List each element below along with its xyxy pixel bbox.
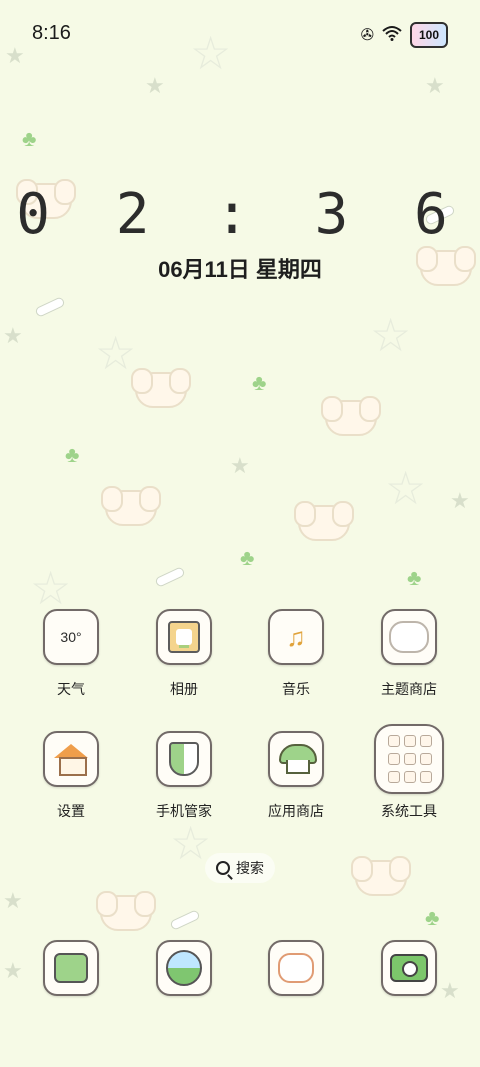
app-system-tools-folder[interactable]: 系统工具 <box>359 724 459 821</box>
wallpaper: ☆ ☆ ☆ ☆ ☆ ☆ ★ ★ ★ ★ ★ ★ ★ ★ ★ ♣ ♣ ♣ ♣ ♣ … <box>0 0 480 1067</box>
nfc-icon: ✇ <box>360 27 374 44</box>
clock-widget-date: 06月11日 星期四 <box>158 257 322 282</box>
star-decoration: ★ <box>3 958 23 983</box>
star-decoration: ★ <box>450 488 470 513</box>
app-label: 主题商店 <box>381 681 437 697</box>
puppy-decoration <box>96 891 156 931</box>
puppy-decoration <box>101 486 161 526</box>
bone-decoration <box>169 909 201 931</box>
app-weather[interactable]: 30° 天气 <box>21 609 121 699</box>
music-icon: ♫ <box>268 609 324 665</box>
globe-browser-icon <box>156 940 212 996</box>
camera-icon <box>381 940 437 996</box>
search-button[interactable]: 搜索 <box>205 853 275 883</box>
puppy-decoration <box>351 856 411 896</box>
search-label: 搜索 <box>236 860 264 876</box>
battery-indicator: 100 <box>410 22 448 48</box>
clover-decoration: ♣ <box>65 442 80 467</box>
app-label: 手机管家 <box>156 803 212 819</box>
star-decoration: ☆ <box>385 462 427 514</box>
phone-manager-shield-icon <box>156 731 212 787</box>
bone-decoration <box>34 296 66 318</box>
star-decoration: ★ <box>230 453 250 478</box>
weather-icon: 30° <box>43 609 99 665</box>
puppy-decoration <box>294 501 354 541</box>
star-decoration: ★ <box>145 73 165 98</box>
star-decoration: ☆ <box>370 309 412 361</box>
status-time: 8:16 <box>32 22 71 44</box>
tv-character-icon <box>43 940 99 996</box>
star-decoration: ★ <box>425 73 445 98</box>
app-settings[interactable]: 设置 <box>21 731 121 821</box>
clover-decoration: ♣ <box>22 126 37 151</box>
app-store-icon <box>268 731 324 787</box>
search-icon <box>216 861 230 875</box>
clover-decoration: ♣ <box>240 545 255 570</box>
app-music[interactable]: ♫ 音乐 <box>246 609 346 699</box>
app-phone-manager[interactable]: 手机管家 <box>134 731 234 821</box>
theme-store-icon <box>381 609 437 665</box>
app-gallery[interactable]: 相册 <box>134 609 234 699</box>
app-label: 设置 <box>57 803 85 819</box>
clover-decoration: ♣ <box>407 565 422 590</box>
dock-app-browser[interactable] <box>134 940 234 996</box>
dock-app-camera[interactable] <box>359 940 459 996</box>
settings-house-icon <box>43 731 99 787</box>
app-theme-store[interactable]: 主题商店 <box>359 609 459 699</box>
gallery-icon <box>156 609 212 665</box>
puppy-decoration <box>321 396 381 436</box>
system-tools-folder-icon <box>374 724 444 794</box>
app-label: 相册 <box>170 681 198 697</box>
wifi-icon <box>382 25 402 46</box>
star-decoration: ★ <box>3 323 23 348</box>
clock-widget-time[interactable]: 0 2 : 3 6 <box>0 182 480 247</box>
puppy-decoration <box>131 368 191 408</box>
clover-decoration: ♣ <box>252 370 267 395</box>
app-app-store[interactable]: 应用商店 <box>246 731 346 821</box>
star-decoration: ☆ <box>30 562 72 614</box>
dock-app-cat[interactable] <box>246 940 346 996</box>
star-decoration: ★ <box>3 888 23 913</box>
app-label: 系统工具 <box>381 803 437 819</box>
weather-temperature: 30° <box>60 629 82 645</box>
clover-decoration: ♣ <box>425 905 440 930</box>
app-label: 音乐 <box>282 681 310 697</box>
app-label: 应用商店 <box>268 803 324 819</box>
dock-app-tv-character[interactable] <box>21 940 121 996</box>
star-decoration: ☆ <box>170 817 212 869</box>
cat-face-icon <box>268 940 324 996</box>
star-decoration: ☆ <box>95 327 137 379</box>
app-label: 天气 <box>57 681 85 697</box>
status-bar: 8:16 ✇ 100 <box>0 0 480 68</box>
status-icons: ✇ 100 <box>361 22 448 48</box>
bone-decoration <box>154 566 186 588</box>
